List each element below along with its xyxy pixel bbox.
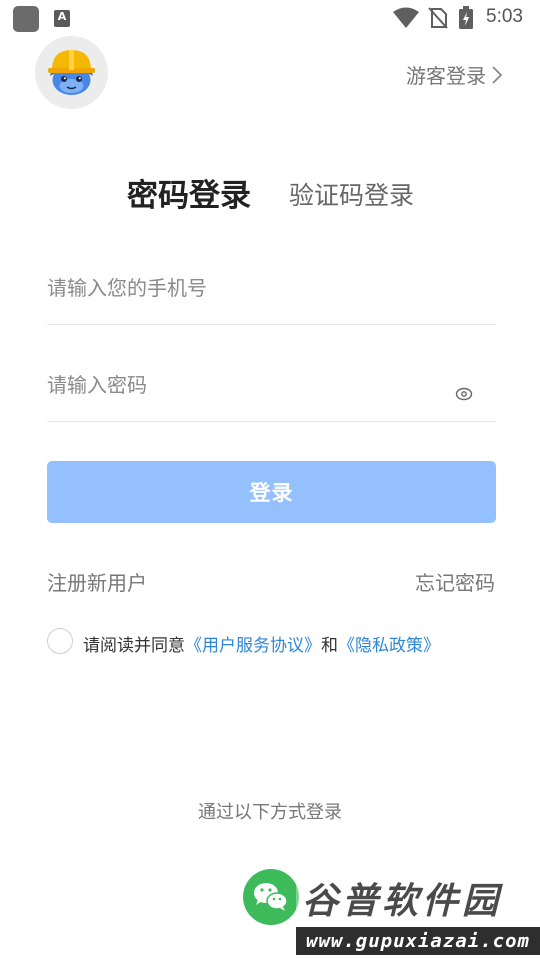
- helmet-mascot-icon: [48, 50, 95, 95]
- agreement-text: 请阅读并同意《用户服务协议》和《隐私政策》: [83, 631, 440, 656]
- login-button[interactable]: 登录: [47, 461, 496, 523]
- agreement-conjunction: 和: [321, 636, 338, 656]
- battery-charging-icon: [459, 6, 473, 29]
- password-input[interactable]: [47, 373, 447, 397]
- phone-field: [47, 276, 496, 325]
- register-link[interactable]: 注册新用户: [47, 567, 147, 596]
- agreement-checkbox[interactable]: [47, 628, 73, 654]
- password-field: [47, 373, 496, 422]
- wechat-icon: [254, 883, 288, 911]
- status-time: 5:03: [486, 6, 523, 27]
- wifi-icon: [393, 7, 419, 28]
- show-password-eye-icon[interactable]: [455, 386, 473, 402]
- a-icon: A: [54, 10, 70, 27]
- phone-input[interactable]: [47, 276, 496, 300]
- watermark: 谷普软件园 www.gupuxiazai.com: [296, 873, 540, 960]
- chevron-right-icon: [492, 65, 502, 84]
- no-sim-icon: [428, 7, 448, 29]
- wechat-login-button[interactable]: [243, 869, 299, 925]
- watermark-url: www.gupuxiazai.com: [296, 927, 540, 955]
- app-notification-icon: [13, 6, 39, 32]
- tab-password-login[interactable]: 密码登录: [127, 170, 251, 215]
- avatar: [35, 36, 108, 109]
- terms-link[interactable]: 《用户服务协议》: [185, 636, 321, 656]
- watermark-title: 谷普软件园: [302, 881, 503, 922]
- other-login-title: 通过以下方式登录: [198, 802, 342, 823]
- agreement-prefix: 请阅读并同意: [83, 636, 185, 656]
- tab-code-login[interactable]: 验证码登录: [289, 176, 414, 212]
- guest-login-label: 游客登录: [406, 64, 486, 88]
- guest-login-link[interactable]: 游客登录: [406, 60, 502, 89]
- status-bar: A 5:03: [0, 0, 540, 36]
- privacy-link[interactable]: 《隐私政策》: [338, 636, 440, 656]
- forgot-password-link[interactable]: 忘记密码: [415, 567, 495, 596]
